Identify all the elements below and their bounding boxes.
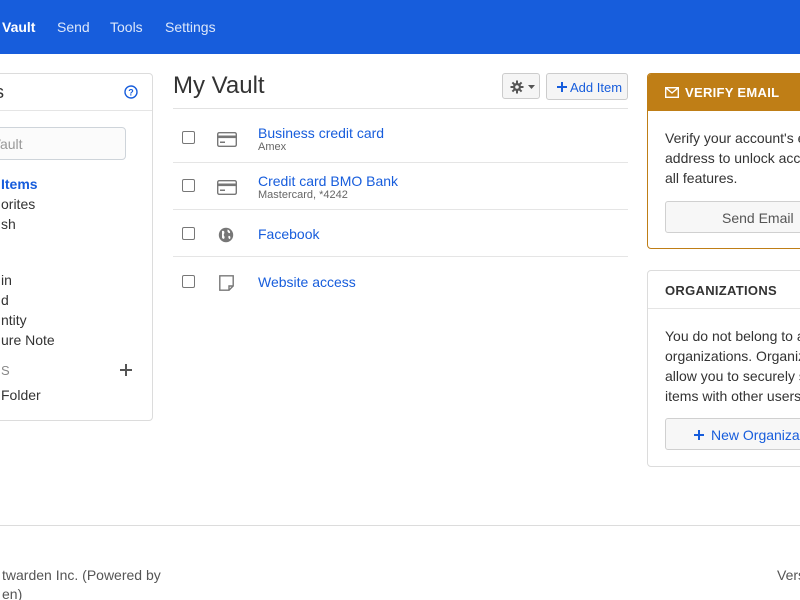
new-organization-label: New Organizat: [711, 427, 800, 443]
verify-email-card: VERIFY EMAIL Verify your account's e add…: [647, 73, 800, 249]
page-title: My Vault: [173, 72, 265, 99]
filter-type-identity[interactable]: ntity: [1, 312, 27, 328]
item-name-link[interactable]: Website access: [258, 274, 356, 290]
note-icon: [219, 275, 234, 291]
globe-icon: [218, 227, 234, 243]
verify-email-title: VERIFY EMAIL: [685, 85, 780, 100]
organizations-card: ORGANIZATIONS You do not belong to a org…: [647, 270, 800, 467]
filter-type-card[interactable]: d: [1, 292, 9, 308]
verify-text-line: all features.: [665, 170, 738, 186]
filter-no-folder[interactable]: Folder: [1, 387, 41, 403]
add-item-label: Add Item: [570, 80, 623, 95]
search-vault-input[interactable]: [0, 127, 126, 160]
filter-type-secure-note[interactable]: ure Note: [1, 332, 55, 348]
top-navbar: Vault Send Tools Settings: [0, 0, 800, 54]
table-row[interactable]: Facebook: [173, 210, 628, 257]
organizations-header: ORGANIZATIONS: [648, 271, 800, 309]
filters-title: s: [0, 82, 4, 103]
nav-send[interactable]: Send: [57, 19, 90, 35]
organizations-text-line: You do not belong to a: [665, 328, 800, 344]
table-row[interactable]: Business credit card Amex: [173, 116, 628, 163]
filter-favorites[interactable]: orites: [1, 196, 35, 212]
verify-text-line: Verify your account's e: [665, 130, 800, 146]
verify-text-line: address to unlock acce: [665, 150, 800, 166]
verify-email-header: VERIFY EMAIL: [648, 74, 800, 111]
add-item-button[interactable]: Add Item: [546, 73, 628, 100]
add-folder-icon[interactable]: [120, 364, 132, 376]
nav-vault[interactable]: Vault: [2, 19, 35, 35]
envelope-icon: [665, 87, 679, 98]
gear-icon: [510, 80, 524, 94]
filters-header: s ?: [0, 74, 152, 111]
caret-down-icon: [528, 85, 535, 89]
filters-panel: s ? Items orites sh in d ntity ure Note …: [0, 73, 153, 421]
row-checkbox[interactable]: [182, 131, 195, 144]
nav-tools[interactable]: Tools: [110, 19, 143, 35]
footer-copyright-line2: en): [2, 586, 23, 600]
card-icon: [217, 180, 237, 195]
plus-icon: [557, 82, 567, 92]
new-organization-button[interactable]: New Organizat: [665, 418, 800, 450]
item-name-link[interactable]: Business credit card: [258, 125, 384, 141]
footer-copyright: twarden Inc. (Powered by: [2, 567, 161, 583]
send-email-button[interactable]: Send Email: [665, 201, 800, 233]
row-checkbox[interactable]: [182, 179, 195, 192]
folders-label: S: [1, 363, 10, 378]
svg-text:?: ?: [128, 88, 134, 98]
footer-divider: [0, 525, 800, 526]
footer-version: Vers: [777, 567, 800, 583]
item-name-link[interactable]: Credit card BMO Bank: [258, 173, 398, 189]
vault-options-button[interactable]: [502, 73, 540, 99]
send-email-label: Send Email: [722, 210, 794, 226]
filter-all-items[interactable]: Items: [1, 176, 38, 192]
organizations-text-line: allow you to securely s: [665, 368, 800, 384]
organizations-text-line: organizations. Organiz: [665, 348, 800, 364]
table-row[interactable]: Website access: [173, 257, 628, 304]
nav-settings[interactable]: Settings: [165, 19, 216, 35]
row-checkbox[interactable]: [182, 275, 195, 288]
card-icon: [217, 132, 237, 147]
item-name-link[interactable]: Facebook: [258, 226, 319, 242]
item-subtitle: Amex: [258, 141, 287, 153]
filter-trash[interactable]: sh: [1, 216, 16, 232]
help-icon[interactable]: ?: [124, 85, 138, 99]
organizations-text-line: items with other users: [665, 388, 800, 404]
plus-icon: [694, 430, 704, 440]
organizations-title: ORGANIZATIONS: [665, 283, 777, 298]
title-divider: [173, 108, 628, 109]
item-subtitle: Mastercard, *4242: [258, 189, 348, 201]
filter-type-login[interactable]: in: [1, 272, 12, 288]
row-checkbox[interactable]: [182, 227, 195, 240]
table-row[interactable]: Credit card BMO Bank Mastercard, *4242: [173, 163, 628, 210]
